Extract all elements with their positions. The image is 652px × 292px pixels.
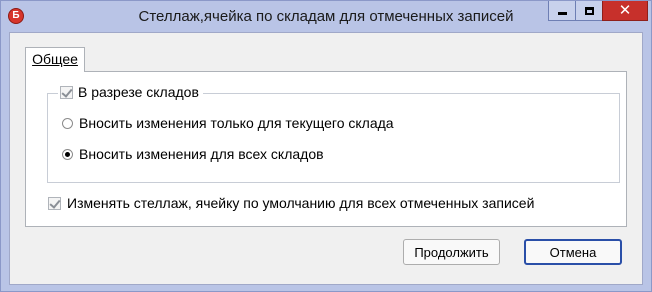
radio-current-warehouse-button[interactable]	[62, 117, 73, 129]
by-warehouse-checkbox[interactable]	[60, 85, 73, 99]
radio-all-warehouses-label: Вносить изменения для всех складов	[79, 146, 324, 162]
minimize-icon	[557, 12, 567, 15]
maximize-button[interactable]	[575, 1, 602, 21]
by-warehouse-checkbox-row[interactable]: В разрезе складов	[58, 84, 203, 100]
warehouse-groupbox: В разрезе складов Вносить изменения толь…	[47, 84, 620, 183]
default-location-label: Изменять стеллаж, ячейку по умолчанию дл…	[67, 195, 535, 211]
default-location-checkbox[interactable]	[48, 196, 61, 210]
radio-current-warehouse[interactable]: Вносить изменения только для текущего ск…	[62, 115, 394, 131]
tab-panel-general: В разрезе складов Вносить изменения толь…	[25, 71, 627, 227]
radio-current-warehouse-label: Вносить изменения только для текущего ск…	[79, 115, 394, 131]
radio-all-warehouses-button[interactable]	[62, 148, 73, 160]
default-location-checkbox-row[interactable]: Изменять стеллаж, ячейку по умолчанию дл…	[48, 195, 534, 211]
by-warehouse-label: В разрезе складов	[78, 84, 199, 100]
tab-general[interactable]: Общее	[25, 47, 85, 72]
close-icon: ✕	[618, 1, 632, 19]
tab-general-label: Общее	[32, 51, 78, 67]
continue-button[interactable]: Продолжить	[403, 239, 500, 265]
minimize-button[interactable]	[548, 1, 575, 21]
radio-all-warehouses[interactable]: Вносить изменения для всех складов	[62, 146, 324, 162]
cancel-button[interactable]: Отмена	[524, 239, 622, 265]
dialog-body: Общее В разрезе складов Вносить изменени…	[9, 32, 643, 285]
title-bar[interactable]: Б Стеллаж,ячейка по складам для отмеченн…	[1, 1, 651, 32]
dialog-window: Б Стеллаж,ячейка по складам для отмеченн…	[0, 0, 652, 292]
maximize-icon	[584, 6, 594, 15]
close-button[interactable]: ✕	[602, 1, 648, 21]
